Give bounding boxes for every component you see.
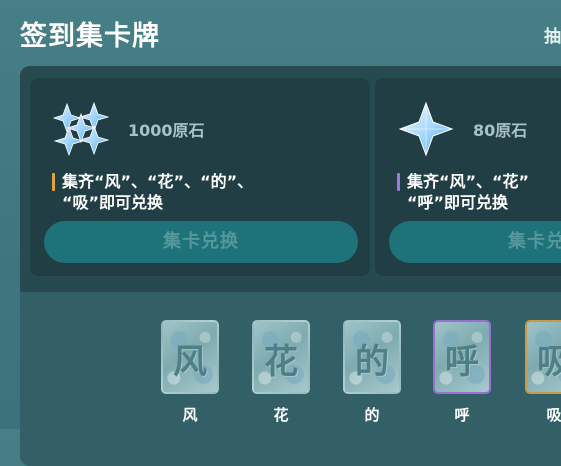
- card-label: 花: [273, 406, 289, 424]
- card-label: 的: [364, 406, 380, 424]
- card-tile[interactable]: 的: [343, 320, 401, 394]
- card-slot-hu[interactable]: 呼 呼: [433, 320, 495, 425]
- card-char: 风: [173, 342, 207, 382]
- reward-amount: 80原石: [473, 121, 528, 140]
- card-tile[interactable]: 吸: [525, 320, 561, 394]
- card-char: 吸: [537, 342, 561, 382]
- card-tile[interactable]: 呼: [433, 320, 491, 394]
- card-char: 呼: [445, 342, 479, 382]
- reward-description-line: 集齐“风”、“花”、“的”、: [62, 172, 254, 191]
- reward-description: 集齐“风”、“花” “呼”即可兑换: [397, 171, 561, 213]
- redeem-button-1000[interactable]: 集卡兑换: [44, 221, 358, 263]
- reward-card-1000: 1000原石 集齐“风”、“花”、“的”、 “吸”即可兑换 集卡兑换: [30, 78, 370, 276]
- card-label: 呼: [454, 406, 470, 424]
- accent-bar: [52, 173, 55, 191]
- reward-description: 集齐“风”、“花”、“的”、 “吸”即可兑换: [52, 171, 362, 213]
- card-label: 风: [182, 406, 198, 424]
- reward-description-line: “吸”即可兑换: [62, 193, 164, 212]
- card-slot-feng[interactable]: 风 风: [161, 320, 223, 425]
- accent-bar: [397, 173, 400, 191]
- primogem-cluster-icon: [52, 101, 110, 157]
- header-right-link[interactable]: 抽: [544, 22, 561, 47]
- card-char: 的: [355, 342, 389, 382]
- reward-amount: 1000原石: [128, 121, 205, 140]
- redeem-button-80[interactable]: 集卡兑换: [389, 221, 561, 263]
- card-slot-hua[interactable]: 花 花: [252, 320, 314, 425]
- primogem-icon: [398, 101, 454, 157]
- card-tile[interactable]: 花: [252, 320, 310, 394]
- card-label: 吸: [546, 406, 561, 424]
- reward-description-line: 集齐“风”、“花”: [407, 172, 530, 191]
- exchange-panel: 1000原石 集齐“风”、“花”、“的”、 “吸”即可兑换 集卡兑换 80原石 …: [20, 66, 561, 466]
- page-title: 签到集卡牌: [20, 21, 160, 52]
- reward-card-80: 80原石 集齐“风”、“花” “呼”即可兑换 集卡兑换: [375, 78, 561, 276]
- card-slot-xi[interactable]: 吸 吸: [525, 320, 561, 425]
- card-char: 花: [264, 342, 298, 382]
- reward-strip: 1000原石 集齐“风”、“花”、“的”、 “吸”即可兑换 集卡兑换 80原石 …: [20, 66, 561, 292]
- card-tile[interactable]: 风: [161, 320, 219, 394]
- reward-description-line: “呼”即可兑换: [407, 193, 509, 212]
- card-slot-de[interactable]: 的 的: [343, 320, 405, 425]
